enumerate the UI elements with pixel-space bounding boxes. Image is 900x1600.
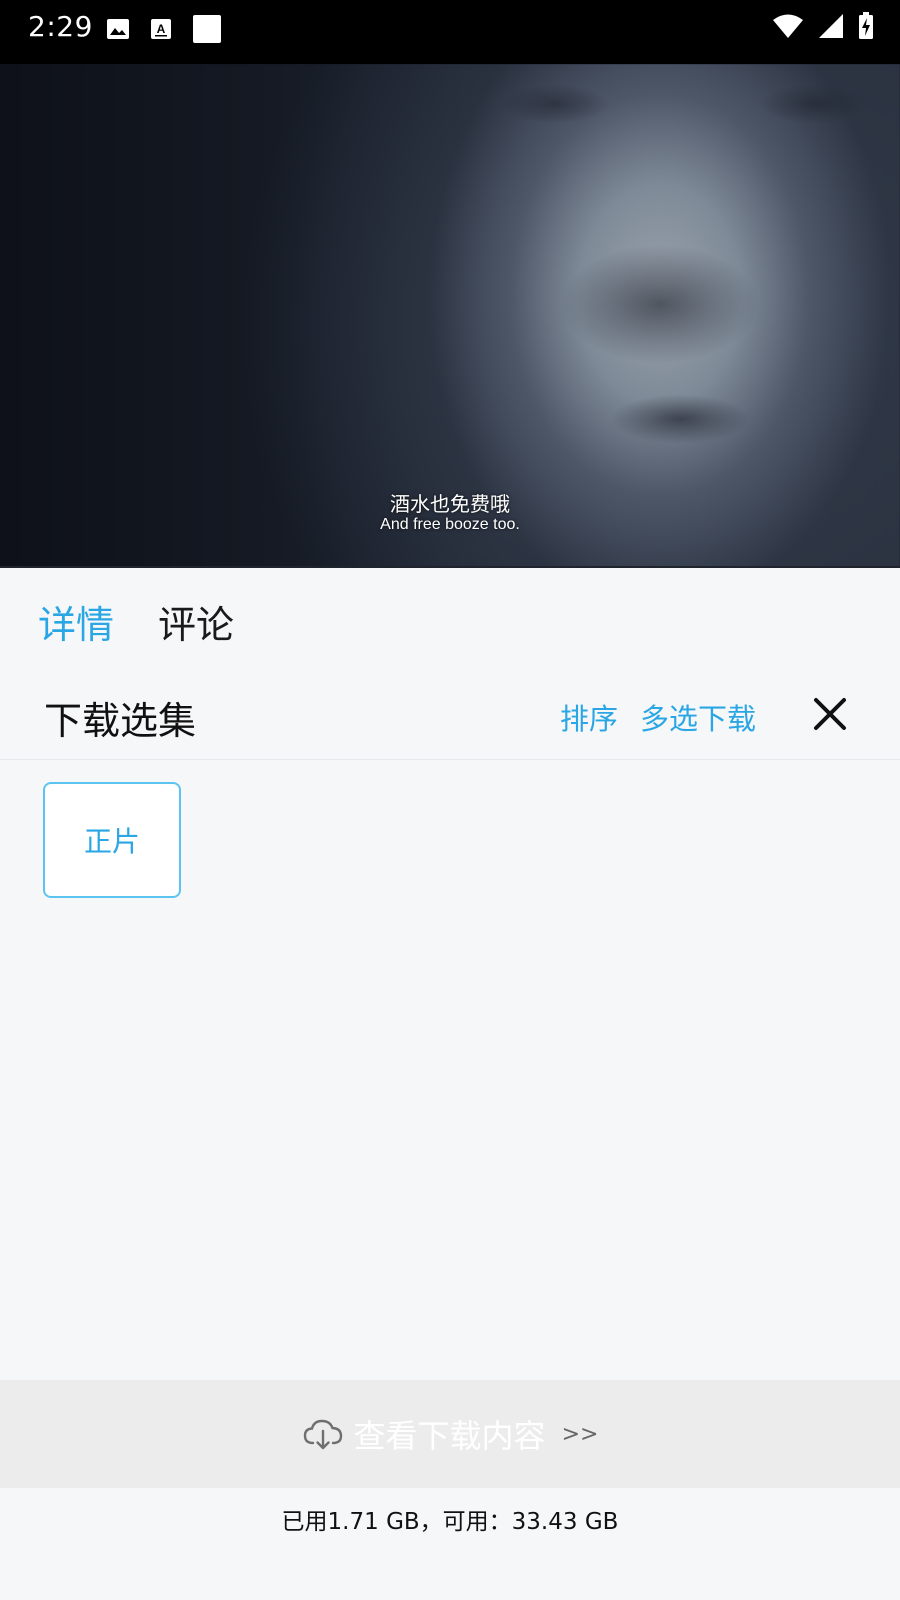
close-icon[interactable]: [806, 690, 854, 738]
font-icon: A: [150, 18, 172, 40]
sort-button[interactable]: 排序: [560, 696, 618, 738]
episode-tile[interactable]: 正片: [43, 782, 181, 898]
signal-icon: [818, 13, 844, 39]
notification-icons: A: [106, 14, 222, 44]
battery-charging-icon: [858, 12, 874, 40]
wifi-icon: [772, 13, 804, 39]
tab-comments[interactable]: 评论: [158, 594, 234, 649]
cloud-download-icon: [302, 1417, 344, 1451]
video-player[interactable]: 酒水也免费哦 And free booze too.: [0, 64, 900, 568]
view-downloads-button[interactable]: 查看下载内容 >>: [0, 1380, 900, 1488]
status-bar: 2:29 A: [0, 0, 900, 64]
status-time: 2:29: [28, 10, 93, 43]
subtitle-chinese: 酒水也免费哦: [390, 492, 510, 516]
storage-info: 已用1.71 GB，可用：33.43 GB: [281, 1509, 619, 1535]
episode-label: 正片: [83, 825, 140, 858]
tab-bar: 详情 评论: [0, 568, 900, 668]
view-downloads-label: 查看下载内容: [353, 1417, 546, 1455]
view-downloads-arrows: >>: [561, 1421, 599, 1447]
image-icon: [106, 18, 130, 40]
tab-details[interactable]: 详情: [38, 594, 114, 649]
square-icon: [192, 14, 222, 44]
svg-text:A: A: [157, 22, 166, 36]
multi-download-button[interactable]: 多选下载: [640, 696, 756, 738]
download-panel-header: 下载选集 排序 多选下载: [0, 668, 900, 760]
system-icons: [772, 12, 874, 40]
download-panel-title: 下载选集: [44, 699, 197, 743]
subtitle-english: And free booze too.: [380, 516, 520, 533]
